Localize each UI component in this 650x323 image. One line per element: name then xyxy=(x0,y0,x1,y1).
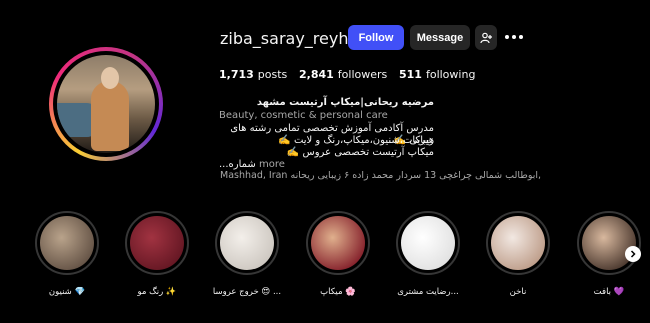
story-highlights: شنیون 💎 رنگ مو ✨ خروج عروسا 😍 ... میکاپ … xyxy=(0,211,650,311)
highlight-cover xyxy=(582,216,636,270)
followers-count: 2,841 xyxy=(299,68,334,81)
chevron-right-icon xyxy=(630,250,636,258)
highlight-label: رضایت مشتری... xyxy=(397,287,459,297)
followers-label: followers xyxy=(337,68,388,81)
highlight-item[interactable]: خروج عروسا 😍 ... xyxy=(207,211,287,297)
highlight-cover-ring xyxy=(125,211,189,275)
bio-more-link[interactable]: more xyxy=(259,159,285,170)
following-count: 511 xyxy=(399,68,422,81)
bio-line: هیرکات،شنیون،میکاپ،رنگ و لایت ✍️ xyxy=(278,135,434,146)
highlight-label: شنیون 💎 xyxy=(48,287,86,297)
bio-location: Mashhad, Iran ابوطالب شمالی چراغچی 13 سر… xyxy=(220,170,542,181)
highlights-next-button[interactable] xyxy=(625,246,641,262)
posts-stat: 1,713 posts xyxy=(219,68,287,81)
highlight-cover-ring xyxy=(396,211,460,275)
posts-label: posts xyxy=(257,68,288,81)
posts-count: 1,713 xyxy=(219,68,254,81)
highlight-cover xyxy=(491,216,545,270)
following-label: following xyxy=(425,68,476,81)
avatar-person-shape xyxy=(91,81,129,151)
more-options-icon[interactable] xyxy=(505,31,525,43)
highlight-item[interactable]: میکاپ 🌸 xyxy=(298,211,378,297)
bio-truncated-text: شماره... xyxy=(219,159,256,170)
highlight-cover xyxy=(130,216,184,270)
suggested-accounts-button[interactable] xyxy=(475,25,497,50)
highlight-item[interactable]: شنیون 💎 xyxy=(27,211,107,297)
profile-avatar[interactable] xyxy=(57,55,155,153)
highlight-item[interactable]: ناخن xyxy=(478,211,558,297)
highlight-cover xyxy=(220,216,274,270)
highlight-cover-ring xyxy=(215,211,279,275)
highlight-cover-ring xyxy=(306,211,370,275)
message-button[interactable]: Message xyxy=(410,25,470,50)
highlight-cover-ring xyxy=(486,211,550,275)
highlight-label: رنگ مو ✨ xyxy=(137,287,177,297)
highlight-label: بافت 💜 xyxy=(593,287,625,297)
follow-button[interactable]: Follow xyxy=(348,25,404,50)
highlight-label: خروج عروسا 😍 ... xyxy=(212,287,282,297)
add-user-icon xyxy=(480,32,492,43)
bio-line: میکاپ آرتیست تخصصی عروس ✍️ xyxy=(286,147,434,158)
highlight-item[interactable]: رضایت مشتری... xyxy=(388,211,468,297)
highlight-cover xyxy=(40,216,94,270)
avatar-face-shape xyxy=(101,67,119,89)
highlight-label: ناخن xyxy=(509,287,527,297)
highlight-cover xyxy=(311,216,365,270)
highlight-cover xyxy=(401,216,455,270)
following-stat[interactable]: 511 following xyxy=(399,68,475,81)
highlight-item[interactable]: رنگ مو ✨ xyxy=(117,211,197,297)
profile-avatar-border xyxy=(53,51,159,157)
bio-category: Beauty, cosmetic & personal care xyxy=(219,110,388,121)
highlight-cover-ring xyxy=(35,211,99,275)
highlight-cover-ring xyxy=(577,211,641,275)
highlight-label: میکاپ 🌸 xyxy=(320,287,356,297)
bio-name: مرضیه ریحانی|میکاپ آرتیست مشهد xyxy=(256,97,434,108)
followers-stat[interactable]: 2,841 followers xyxy=(299,68,387,81)
profile-avatar-ring[interactable] xyxy=(49,47,163,161)
